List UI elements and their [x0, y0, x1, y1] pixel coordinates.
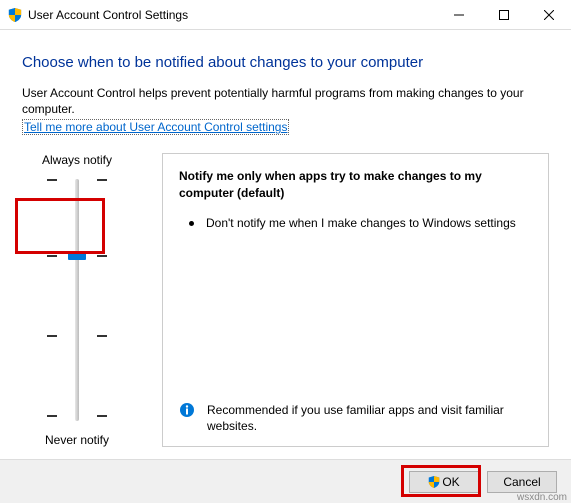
learn-more-link[interactable]: Tell me more about User Account Control …	[22, 119, 289, 135]
dialog-footer: OK Cancel	[0, 459, 571, 503]
maximize-button[interactable]	[481, 0, 526, 30]
panel-bullet: Don't notify me when I make changes to W…	[206, 215, 516, 231]
cancel-button[interactable]: Cancel	[487, 471, 557, 493]
uac-shield-icon	[8, 8, 22, 22]
ok-label: OK	[442, 475, 459, 489]
slider-thumb[interactable]	[68, 251, 86, 260]
minimize-button[interactable]	[436, 0, 481, 30]
watermark: wsxdn.com	[517, 492, 567, 503]
slider-tick	[47, 335, 107, 337]
title-bar: User Account Control Settings	[0, 0, 571, 30]
info-icon	[179, 402, 195, 418]
window-title: User Account Control Settings	[28, 8, 188, 22]
description-text: User Account Control helps prevent poten…	[22, 85, 549, 117]
close-icon	[544, 10, 554, 20]
slider-label-never: Never notify	[22, 433, 132, 447]
panel-title: Notify me only when apps try to make cha…	[179, 168, 532, 200]
uac-shield-icon	[428, 476, 440, 488]
slider-label-always: Always notify	[22, 153, 132, 167]
bullet-icon	[189, 221, 194, 226]
recommendation-text: Recommended if you use familiar apps and…	[207, 402, 532, 434]
slider-tick	[47, 179, 107, 181]
close-button[interactable]	[526, 0, 571, 30]
slider-tick	[47, 415, 107, 417]
notification-slider[interactable]	[47, 175, 107, 425]
maximize-icon	[499, 10, 509, 20]
ok-button[interactable]: OK	[409, 471, 479, 493]
cancel-label: Cancel	[503, 475, 540, 489]
minimize-icon	[454, 10, 464, 20]
info-panel: Notify me only when apps try to make cha…	[162, 153, 549, 447]
page-heading: Choose when to be notified about changes…	[22, 54, 549, 71]
slider-track	[75, 179, 79, 421]
